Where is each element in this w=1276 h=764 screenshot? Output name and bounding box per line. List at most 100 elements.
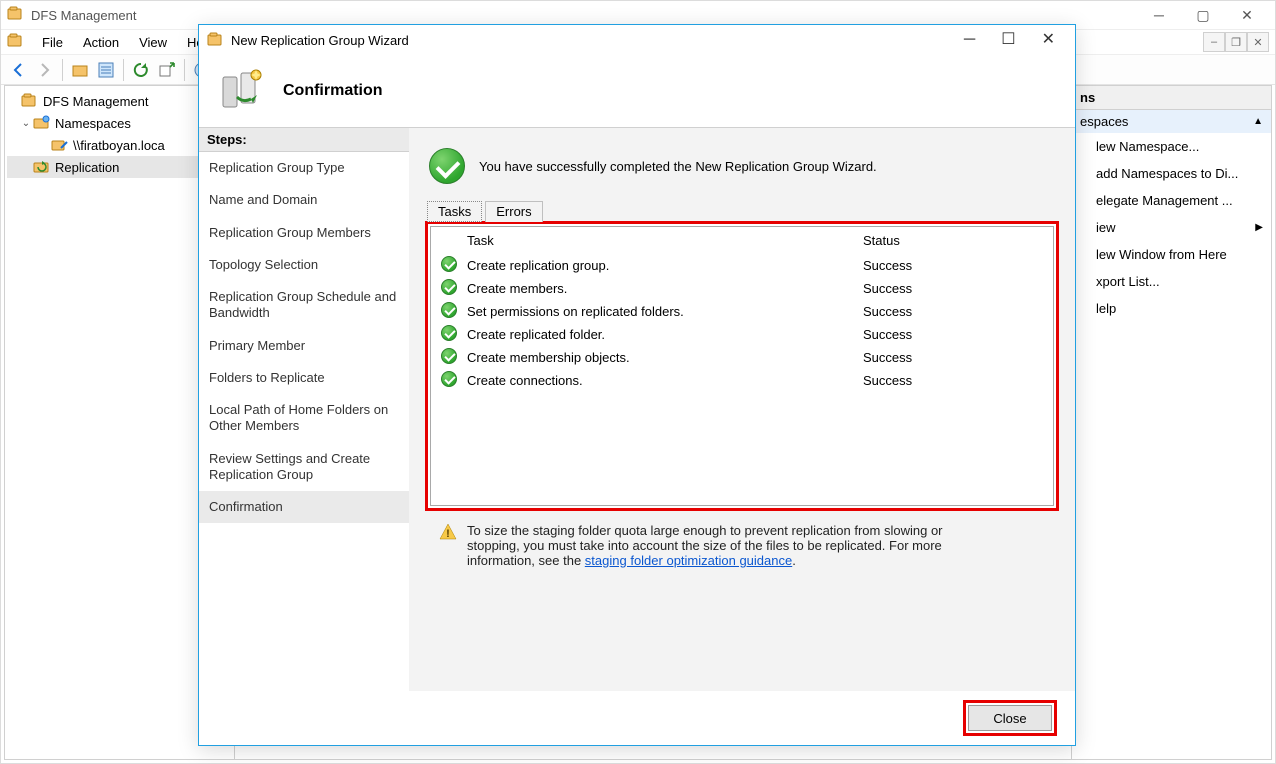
wizard-step-7[interactable]: Local Path of Home Folders on Other Memb… (199, 394, 409, 443)
task-success-icon (441, 279, 457, 295)
actions-group-label: espaces (1080, 114, 1128, 129)
action-label: lelp (1096, 301, 1116, 316)
wizard-step-6[interactable]: Folders to Replicate (199, 362, 409, 394)
wizard-step-1[interactable]: Name and Domain (199, 184, 409, 216)
task-name: Create members. (457, 277, 853, 300)
action-label: lew Namespace... (1096, 139, 1199, 154)
action-item-1[interactable]: add Namespaces to Di... (1072, 160, 1271, 187)
tasks-table: Task Status Create replication group.Suc… (431, 227, 1053, 392)
ns-link-icon (51, 136, 69, 154)
action-label: lew Window from Here (1096, 247, 1227, 262)
action-item-5[interactable]: xport List... (1072, 268, 1271, 295)
task-header: Task (457, 227, 853, 254)
mdi-restore[interactable]: ❐ (1225, 32, 1247, 52)
svg-text:!: ! (446, 528, 450, 540)
task-status: Success (853, 300, 1053, 323)
wizard-content-pane: You have successfully completed the New … (409, 127, 1075, 691)
wizard-step-4[interactable]: Replication Group Schedule and Bandwidth (199, 281, 409, 330)
wizard-maximize-button[interactable]: ☐ (1001, 32, 1015, 48)
close-button-highlight: Close (963, 700, 1057, 736)
wizard-steps-pane: Steps: Replication Group TypeName and Do… (199, 127, 409, 691)
wizard-step-9[interactable]: Confirmation (199, 491, 409, 523)
menu-view[interactable]: View (130, 33, 176, 52)
mdi-close[interactable]: ✕ (1247, 32, 1269, 52)
close-button[interactable]: ✕ (1225, 3, 1269, 27)
properties-button[interactable] (94, 58, 118, 82)
tab-errors[interactable]: Errors (485, 201, 542, 222)
refresh-button[interactable] (129, 58, 153, 82)
action-item-6[interactable]: lelp (1072, 295, 1271, 322)
toolbar-sep2 (123, 59, 124, 81)
action-item-0[interactable]: lew Namespace... (1072, 133, 1271, 160)
wizard-step-2[interactable]: Replication Group Members (199, 217, 409, 249)
minimize-button[interactable]: ─ (1137, 3, 1181, 27)
task-success-icon (441, 325, 457, 341)
wizard-app-icon (207, 31, 225, 49)
task-status: Success (853, 369, 1053, 392)
back-button[interactable] (7, 58, 31, 82)
actions-list: lew Namespace... add Namespaces to Di... e… (1072, 133, 1271, 322)
maximize-button[interactable]: ▢ (1181, 3, 1225, 27)
submenu-arrow-icon: ▶ (1255, 222, 1263, 233)
wizard-header: Confirmation (199, 55, 1075, 127)
success-message-row: You have successfully completed the New … (429, 148, 1055, 184)
menu-action[interactable]: Action (74, 33, 128, 52)
menu-file[interactable]: File (33, 33, 72, 52)
tree-label: Namespaces (55, 116, 131, 131)
task-row: Create connections.Success (431, 369, 1053, 392)
mmc-window-buttons: ─ ▢ ✕ (1137, 3, 1269, 27)
wizard-step-5[interactable]: Primary Member (199, 330, 409, 362)
export-button[interactable] (155, 58, 179, 82)
wizard-step-0[interactable]: Replication Group Type (199, 152, 409, 184)
wizard-body: Steps: Replication Group TypeName and Do… (199, 127, 1075, 691)
wizard-step-3[interactable]: Topology Selection (199, 249, 409, 281)
task-row: Create replicated folder.Success (431, 323, 1053, 346)
wizard-titlebar: New Replication Group Wizard ─ ☐ ✕ (199, 25, 1075, 55)
task-name: Create replication group. (457, 254, 853, 277)
forward-button[interactable] (33, 58, 57, 82)
task-row: Set permissions on replicated folders.Su… (431, 300, 1053, 323)
actions-group-header[interactable]: espaces ▲ (1072, 110, 1271, 133)
mdi-buttons: – ❐ ✕ (1203, 32, 1269, 52)
dfs-icon (21, 92, 39, 110)
results-tabs: Tasks Errors (427, 200, 1059, 221)
warning-icon: ! (439, 523, 457, 541)
task-name: Create replicated folder. (457, 323, 853, 346)
staging-guidance-link[interactable]: staging folder optimization guidance (585, 553, 792, 568)
tasks-result-inner: Task Status Create replication group.Suc… (430, 226, 1054, 506)
mdi-minimize[interactable]: – (1203, 32, 1225, 52)
tree-label: \\firatboyan.loca (73, 138, 165, 153)
wizard-close-button[interactable]: ✕ (1042, 32, 1055, 48)
task-success-icon (441, 371, 457, 387)
action-item-2[interactable]: elegate Management ... (1072, 187, 1271, 214)
wizard-header-title: Confirmation (283, 82, 383, 100)
replication-servers-icon (217, 67, 265, 115)
task-success-icon (441, 256, 457, 272)
tab-tasks[interactable]: Tasks (427, 201, 482, 222)
task-status: Success (853, 346, 1053, 369)
action-label: elegate Management ... (1096, 193, 1233, 208)
new-replication-group-wizard: New Replication Group Wizard ─ ☐ ✕ Confi… (198, 24, 1076, 746)
action-item-4[interactable]: lew Window from Here (1072, 241, 1271, 268)
tree-label: DFS Management (43, 94, 149, 109)
wizard-title: New Replication Group Wizard (231, 33, 964, 48)
status-header: Status (853, 227, 1053, 254)
replication-icon (33, 158, 51, 176)
up-button[interactable] (68, 58, 92, 82)
hint-text-block: To size the staging folder quota large e… (467, 523, 959, 568)
tree-expander[interactable]: ⌄ (19, 118, 33, 129)
wizard-step-8[interactable]: Review Settings and Create Replication G… (199, 443, 409, 492)
wizard-minimize-button[interactable]: ─ (964, 32, 975, 48)
action-item-3[interactable]: iew▶ (1072, 214, 1271, 241)
action-label: add Namespaces to Di... (1096, 166, 1238, 181)
actions-pane: ns espaces ▲ lew Namespace...add Namespa… (1071, 86, 1271, 759)
success-check-icon (429, 148, 465, 184)
collapse-arrow-icon: ▲ (1253, 116, 1263, 127)
dfs-menu-icon (7, 33, 25, 51)
hint-period: . (792, 553, 796, 568)
dfs-app-icon (7, 6, 25, 24)
wizard-footer: Close (199, 691, 1075, 745)
wizard-close-action-button[interactable]: Close (968, 705, 1052, 731)
toolbar-sep3 (184, 59, 185, 81)
task-status: Success (853, 254, 1053, 277)
